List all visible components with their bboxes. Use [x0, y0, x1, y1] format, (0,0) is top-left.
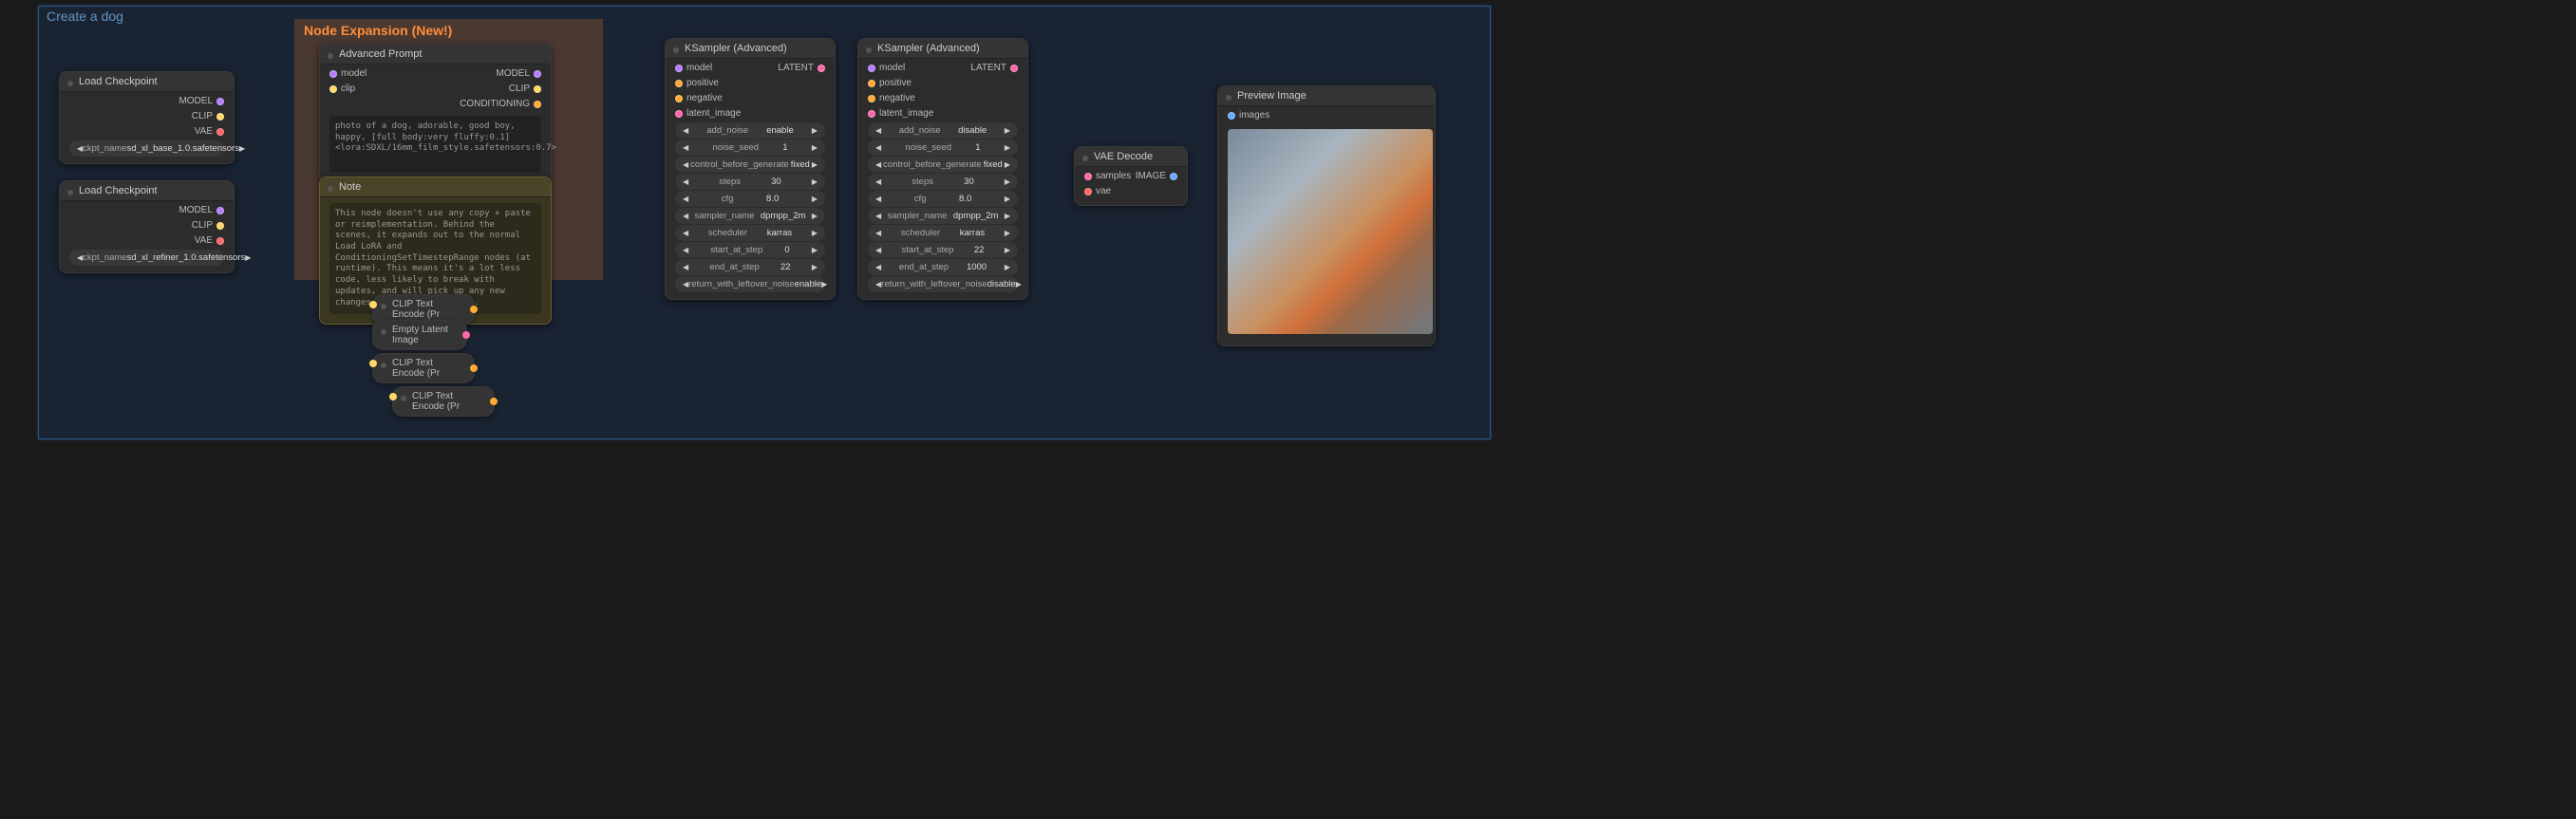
in-model[interactable]: model: [675, 62, 712, 75]
out-vae[interactable]: VAE: [195, 234, 224, 248]
node-vae-decode[interactable]: VAE Decode samples IMAGE vae: [1074, 146, 1188, 206]
out-conditioning[interactable]: CONDITIONING: [460, 98, 541, 111]
out-model[interactable]: MODEL: [179, 95, 224, 108]
node-title: Load Checkpoint: [60, 72, 234, 92]
in-latent-image[interactable]: latent_image: [868, 107, 933, 121]
ksampler2-widget-control_before_generate[interactable]: ◀control_before_generatefixed▶: [868, 157, 1018, 173]
node-title: Load Checkpoint: [60, 181, 234, 201]
ksampler2-widget-end_at_step[interactable]: ◀end_at_step1000▶: [868, 259, 1018, 275]
in-clip[interactable]: clip: [329, 83, 355, 96]
node-load-checkpoint-2[interactable]: Load Checkpoint MODEL CLIP VAE ◀ckpt_nam…: [59, 180, 235, 273]
ksampler1-widget-sampler_name[interactable]: ◀sampler_namedpmpp_2m▶: [675, 208, 825, 224]
node-title: KSampler (Advanced): [858, 39, 1027, 59]
ckpt-name-widget[interactable]: ◀ckpt_namesd_xl_base_1.0.safetensors▶: [69, 140, 224, 157]
in-vae[interactable]: vae: [1084, 185, 1111, 198]
ksampler2-widget-add_noise[interactable]: ◀add_noisedisable▶: [868, 122, 1018, 139]
node-title: Preview Image: [1218, 86, 1435, 106]
out-clip[interactable]: CLIP: [509, 83, 541, 96]
ksampler2-widget-start_at_step[interactable]: ◀start_at_step22▶: [868, 242, 1018, 258]
node-clip-text-encode-3[interactable]: CLIP Text Encode (Pr: [392, 386, 495, 417]
node-ksampler-1[interactable]: KSampler (Advanced) model LATENT positive…: [665, 38, 836, 300]
out-clip[interactable]: CLIP: [192, 219, 224, 233]
node-empty-latent-image[interactable]: Empty Latent Image: [372, 320, 467, 350]
out-model[interactable]: MODEL: [496, 67, 541, 81]
out-latent[interactable]: LATENT: [970, 62, 1018, 75]
in-negative[interactable]: negative: [868, 92, 915, 105]
node-title: Note: [320, 177, 551, 197]
in-negative[interactable]: negative: [675, 92, 723, 105]
group-title: Node Expansion (New!): [294, 19, 603, 42]
preview-output-image: [1228, 129, 1433, 334]
in-samples[interactable]: samples: [1084, 170, 1131, 183]
ckpt-name-widget[interactable]: ◀ckpt_namesd_xl_refiner_1.0.safetensors▶: [69, 250, 224, 266]
canvas-title: Create a dog: [39, 7, 1490, 26]
in-positive[interactable]: positive: [675, 77, 719, 90]
ksampler2-widget-noise_seed[interactable]: ◀noise_seed1▶: [868, 140, 1018, 156]
ksampler2-widget-scheduler[interactable]: ◀schedulerkarras▶: [868, 225, 1018, 241]
node-load-checkpoint-1[interactable]: Load Checkpoint MODEL CLIP VAE ◀ckpt_nam…: [59, 71, 235, 164]
ksampler1-widget-add_noise[interactable]: ◀add_noiseenable▶: [675, 122, 825, 139]
in-model[interactable]: model: [868, 62, 905, 75]
node-title: KSampler (Advanced): [666, 39, 835, 59]
ksampler1-widget-end_at_step[interactable]: ◀end_at_step22▶: [675, 259, 825, 275]
ksampler1-widget-start_at_step[interactable]: ◀start_at_step0▶: [675, 242, 825, 258]
ksampler2-widget-return_with_leftover_noise[interactable]: ◀return_with_leftover_noisedisable▶: [868, 276, 1018, 292]
in-latent-image[interactable]: latent_image: [675, 107, 741, 121]
prompt-text[interactable]: photo of a dog, adorable, good boy, happ…: [329, 116, 541, 173]
node-preview-image[interactable]: Preview Image images: [1217, 85, 1436, 346]
out-model[interactable]: MODEL: [179, 204, 224, 217]
ksampler1-widget-noise_seed[interactable]: ◀noise_seed1▶: [675, 140, 825, 156]
out-vae[interactable]: VAE: [195, 125, 224, 139]
ksampler1-widget-scheduler[interactable]: ◀schedulerkarras▶: [675, 225, 825, 241]
node-title: VAE Decode: [1075, 147, 1187, 167]
node-ksampler-2[interactable]: KSampler (Advanced) model LATENT positive…: [857, 38, 1028, 300]
ksampler2-widget-sampler_name[interactable]: ◀sampler_namedpmpp_2m▶: [868, 208, 1018, 224]
node-title: Advanced Prompt: [320, 45, 551, 65]
ksampler1-widget-control_before_generate[interactable]: ◀control_before_generatefixed▶: [675, 157, 825, 173]
out-latent[interactable]: LATENT: [778, 62, 825, 75]
ksampler1-widget-steps[interactable]: ◀steps30▶: [675, 174, 825, 190]
ksampler2-widget-cfg[interactable]: ◀cfg8.0▶: [868, 191, 1018, 207]
in-images[interactable]: images: [1228, 109, 1269, 122]
node-advanced-prompt[interactable]: Advanced Prompt model MODEL clip CLIP COND…: [319, 44, 552, 183]
out-clip[interactable]: CLIP: [192, 110, 224, 123]
node-clip-text-encode-2[interactable]: CLIP Text Encode (Pr: [372, 353, 475, 383]
in-positive[interactable]: positive: [868, 77, 912, 90]
ksampler1-widget-cfg[interactable]: ◀cfg8.0▶: [675, 191, 825, 207]
out-image[interactable]: IMAGE: [1136, 170, 1177, 183]
in-model[interactable]: model: [329, 67, 367, 81]
ksampler1-widget-return_with_leftover_noise[interactable]: ◀return_with_leftover_noiseenable▶: [675, 276, 825, 292]
ksampler2-widget-steps[interactable]: ◀steps30▶: [868, 174, 1018, 190]
